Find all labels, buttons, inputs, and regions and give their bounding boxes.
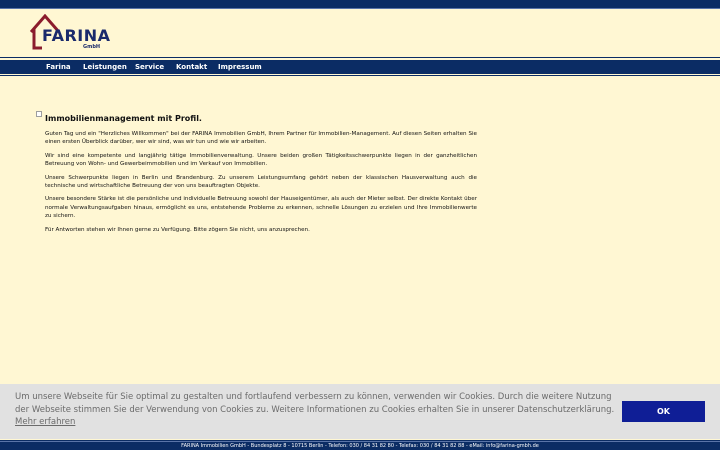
- logo-subtext: GmbH: [83, 44, 101, 50]
- cookie-banner: Um unsere Webseite für Sie optimal zu ge…: [0, 384, 720, 439]
- cookie-ok-button[interactable]: OK: [622, 401, 705, 422]
- nav-item-service[interactable]: Service: [135, 60, 164, 74]
- focus-paragraph: Unsere Schwerpunkte liegen in Berlin und…: [45, 174, 477, 190]
- main-content: Immobilienmanagement mit Profil. Guten T…: [45, 114, 477, 239]
- cookie-message: Um unsere Webseite für Sie optimal zu ge…: [15, 392, 615, 415]
- page-title: Immobilienmanagement mit Profil.: [45, 114, 202, 123]
- nav-divider-top: [0, 57, 720, 58]
- strength-paragraph: Unsere besondere Stärke ist die persönli…: [45, 196, 477, 220]
- farina-logo[interactable]: FARINA GmbH: [29, 13, 111, 54]
- main-navigation: Farina Leistungen Service Kontakt Impres…: [0, 60, 720, 74]
- nav-item-kontakt[interactable]: Kontakt: [176, 60, 207, 74]
- contact-paragraph: Für Antworten stehen wir Ihnen gerne zu …: [45, 226, 310, 233]
- top-bar: [0, 0, 720, 8]
- learn-more-link[interactable]: Mehr erfahren: [15, 417, 75, 427]
- broken-image-icon: [36, 111, 42, 117]
- company-paragraph: Wir sind eine kompetente und langjährig …: [45, 152, 477, 168]
- nav-divider-bottom: [0, 75, 720, 76]
- logo-wordmark: FARINA: [42, 26, 111, 45]
- nav-item-leistungen[interactable]: Leistungen: [83, 60, 127, 74]
- footer-contact-info: FARINA Immobilien GmbH - Bundesplatz 8 -…: [181, 443, 539, 449]
- intro-paragraph: Guten Tag und ein "Herzliches Willkommen…: [45, 131, 477, 146]
- nav-item-impressum[interactable]: Impressum: [218, 60, 262, 74]
- top-bar-line: [0, 8, 720, 9]
- nav-item-farina[interactable]: Farina: [46, 60, 71, 74]
